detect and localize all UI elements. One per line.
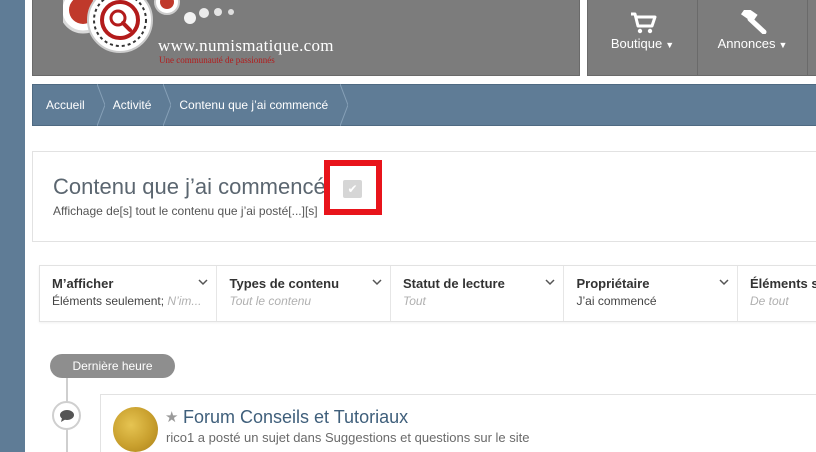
site-tagline: Une communauté de passionnés: [159, 55, 275, 65]
nav-boutique-label: Boutique: [610, 36, 663, 51]
main-navigation: Boutique ▼ Annonces ▼: [587, 0, 816, 76]
cart-icon: [630, 12, 656, 34]
caret-down-icon: ▼: [778, 40, 788, 50]
highlight-annotation-box: [324, 160, 382, 215]
nav-boutique[interactable]: Boutique ▼: [588, 0, 697, 76]
filter-label: M’afficher: [52, 276, 114, 291]
chevron-down-icon: [198, 279, 209, 286]
caret-down-icon: ▼: [665, 40, 675, 50]
filter-owner[interactable]: Propriétaire J’ai commencé: [564, 266, 738, 321]
filter-placeholder: Tout le contenu: [229, 294, 312, 308]
chevron-down-icon: [719, 279, 729, 286]
filter-placeholder: Tout: [402, 294, 426, 308]
activity-item: ★ Forum Conseils et Tutoriaux rico1 a po…: [100, 394, 816, 452]
avatar[interactable]: [113, 407, 158, 452]
chevron-down-icon: [545, 279, 556, 286]
breadcrumb-item-accueil[interactable]: Accueil: [33, 84, 105, 126]
filter-bar: M’afficher Éléments seulement; N’im... T…: [39, 265, 816, 322]
filter-value: Éléments seulement;: [52, 294, 165, 308]
nav-divider: [807, 0, 808, 76]
breadcrumb-item-activite[interactable]: Activité: [99, 84, 172, 126]
page-header-panel: Contenu que j’ai commencé ✔ Affichage de…: [32, 151, 816, 242]
left-page-margin: [0, 0, 25, 452]
breadcrumb-label: Activité: [112, 98, 152, 112]
breadcrumb-label: Accueil: [46, 98, 85, 112]
filter-read-status[interactable]: Statut de lecture Tout: [391, 266, 565, 321]
nav-annonces[interactable]: Annonces ▼: [698, 0, 807, 76]
filter-label: Statut de lecture: [402, 276, 505, 291]
filter-show-me[interactable]: M’afficher Éléments seulement; N’im...: [40, 266, 218, 321]
filter-content-types[interactable]: Types de contenu Tout le contenu: [217, 266, 391, 321]
page-subtitle: Affichage de[s] tout le contenu que j’ai…: [53, 204, 318, 218]
chevron-down-icon: [372, 279, 382, 286]
filter-items[interactable]: Éléments s De tout: [738, 266, 816, 321]
filter-value: J’ai commencé: [576, 294, 657, 308]
breadcrumb: Accueil Activité Contenu que j’ai commen…: [32, 84, 816, 126]
comment-icon: [52, 401, 81, 430]
breadcrumb-separator-icon: [340, 84, 349, 126]
nav-annonces-label: Annonces: [717, 36, 776, 51]
timeline-group-badge: Dernière heure: [50, 354, 175, 378]
activity-title-link[interactable]: Forum Conseils et Tutoriaux: [183, 407, 408, 428]
filter-label: Types de contenu: [229, 276, 340, 291]
breadcrumb-label: Contenu que j’ai commencé: [179, 98, 329, 112]
filter-placeholder: N’im...: [167, 294, 202, 308]
filter-label: Propriétaire: [576, 276, 650, 291]
star-icon: ★: [165, 409, 179, 426]
site-url-text: www.numismatique.com: [158, 36, 334, 55]
filter-placeholder: De tout: [749, 294, 789, 308]
activity-description: rico1 a posté un sujet dans Suggestions …: [166, 430, 530, 445]
page-title: Contenu que j’ai commencé: [53, 174, 326, 199]
site-logo-banner[interactable]: www.numismatique.com Une communauté de p…: [32, 0, 580, 76]
gavel-icon: [740, 10, 766, 34]
breadcrumb-item-current[interactable]: Contenu que j’ai commencé: [165, 84, 349, 126]
filter-label: Éléments s: [749, 276, 816, 291]
